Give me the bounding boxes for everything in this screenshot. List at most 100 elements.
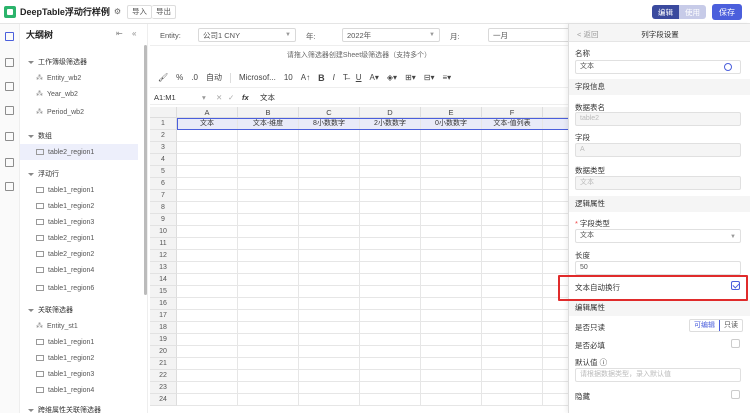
- grid-cell[interactable]: [177, 262, 238, 274]
- grid-cell[interactable]: [238, 250, 299, 262]
- save-button[interactable]: 保存: [712, 4, 742, 20]
- row-header[interactable]: 20: [150, 346, 177, 358]
- grid-cell[interactable]: [543, 370, 568, 382]
- grid-cell[interactable]: [360, 142, 421, 154]
- grid-cell[interactable]: [177, 130, 238, 142]
- grid-cell[interactable]: [177, 322, 238, 334]
- grid-cell[interactable]: [482, 130, 543, 142]
- row-header[interactable]: 5: [150, 166, 177, 178]
- tree-item[interactable]: table2_region1: [20, 144, 138, 160]
- shield-icon[interactable]: [5, 132, 14, 141]
- grid-cell[interactable]: [482, 370, 543, 382]
- grid-cell[interactable]: [421, 214, 482, 226]
- grid-cell[interactable]: [482, 166, 543, 178]
- mode-edit-option[interactable]: 编辑: [652, 5, 679, 19]
- grid-cell[interactable]: [177, 370, 238, 382]
- grid-cell[interactable]: [360, 370, 421, 382]
- grid-cell[interactable]: [421, 226, 482, 238]
- align-icon[interactable]: ≡▾: [442, 73, 451, 82]
- row-header[interactable]: 10: [150, 226, 177, 238]
- tree-item[interactable]: table2_region1: [20, 230, 138, 246]
- grid-cell[interactable]: [299, 166, 360, 178]
- settings-icon[interactable]: ⚙: [114, 7, 121, 16]
- grid-cell[interactable]: [543, 238, 568, 250]
- tree-group[interactable]: 浮动行: [20, 166, 138, 182]
- grid-cell[interactable]: [360, 238, 421, 250]
- grid-cell[interactable]: [421, 154, 482, 166]
- column-header[interactable]: F: [482, 107, 543, 118]
- grid-cell[interactable]: [238, 298, 299, 310]
- entity-filter-select[interactable]: 公司1 CNY ▼: [198, 28, 296, 42]
- grid-cell[interactable]: 文本-维度: [238, 118, 299, 130]
- cancel-edit-icon[interactable]: ✕: [216, 93, 222, 102]
- formula-icon[interactable]: [5, 106, 14, 115]
- grid-cell[interactable]: [543, 214, 568, 226]
- grid-cell[interactable]: [543, 142, 568, 154]
- grid-cell[interactable]: [238, 202, 299, 214]
- grid-cell[interactable]: [543, 322, 568, 334]
- row-header[interactable]: 1: [150, 118, 177, 130]
- grid-cell[interactable]: [177, 154, 238, 166]
- grid-cell[interactable]: [482, 238, 543, 250]
- grid-cell[interactable]: 8小数数字: [299, 118, 360, 130]
- grid-cell[interactable]: [299, 334, 360, 346]
- table-icon[interactable]: [5, 82, 14, 91]
- grid-cell[interactable]: [177, 346, 238, 358]
- grid-cell[interactable]: [421, 202, 482, 214]
- grid-cell[interactable]: [238, 286, 299, 298]
- column-header[interactable]: D: [360, 107, 421, 118]
- grid-cell[interactable]: [482, 226, 543, 238]
- grid-cell[interactable]: [482, 274, 543, 286]
- grid-cell[interactable]: 日: [543, 118, 568, 130]
- grid-cell[interactable]: [238, 322, 299, 334]
- tree-item[interactable]: ⁂ Entity_st1: [20, 318, 138, 334]
- grid-cell[interactable]: [238, 382, 299, 394]
- grid-cell[interactable]: [177, 214, 238, 226]
- grid-cell[interactable]: [543, 226, 568, 238]
- row-header[interactable]: 21: [150, 358, 177, 370]
- function-icon[interactable]: fx: [242, 93, 249, 102]
- grid-cell[interactable]: [299, 250, 360, 262]
- grid-cell[interactable]: [299, 154, 360, 166]
- grid-cell[interactable]: [482, 394, 543, 406]
- row-header[interactable]: 3: [150, 142, 177, 154]
- grid-cell[interactable]: [421, 286, 482, 298]
- row-header[interactable]: 23: [150, 382, 177, 394]
- tree-item[interactable]: table1_region6: [20, 280, 138, 296]
- grid-cell[interactable]: [543, 166, 568, 178]
- tree-item[interactable]: ⁂ Period_wb2: [20, 104, 138, 120]
- grid-cell[interactable]: [482, 262, 543, 274]
- formula-input[interactable]: 文本: [260, 92, 275, 103]
- grid-cell[interactable]: [360, 154, 421, 166]
- grid-cell[interactable]: [238, 334, 299, 346]
- border-icon[interactable]: ⊞▾: [405, 73, 416, 82]
- row-header[interactable]: 9: [150, 214, 177, 226]
- grid-cell[interactable]: [543, 298, 568, 310]
- tree-item[interactable]: table1_region2: [20, 198, 138, 214]
- collapse-all-icon[interactable]: ⇤: [116, 29, 123, 38]
- grid-cell[interactable]: [177, 394, 238, 406]
- grid-cell[interactable]: [238, 238, 299, 250]
- grid-cell[interactable]: [360, 166, 421, 178]
- grid-cell[interactable]: [421, 322, 482, 334]
- grid-cell[interactable]: [177, 166, 238, 178]
- grid-cell[interactable]: [299, 226, 360, 238]
- grid-cell[interactable]: [360, 262, 421, 274]
- column-header[interactable]: E: [421, 107, 482, 118]
- strikethrough-icon[interactable]: T̶: [343, 73, 348, 82]
- grid-cell[interactable]: [421, 190, 482, 202]
- grid-cell[interactable]: [238, 190, 299, 202]
- grid-cell[interactable]: [543, 382, 568, 394]
- tree-scrollbar[interactable]: [144, 45, 147, 295]
- grid-cell[interactable]: [360, 310, 421, 322]
- grid-cell[interactable]: [360, 202, 421, 214]
- grid-cell[interactable]: [177, 226, 238, 238]
- grid-cell[interactable]: [421, 298, 482, 310]
- grid-cell[interactable]: [482, 178, 543, 190]
- grid-cell[interactable]: [177, 310, 238, 322]
- grid-cell[interactable]: [421, 274, 482, 286]
- tree-group[interactable]: 跨维属性关联筛选器: [20, 402, 138, 413]
- row-header[interactable]: 14: [150, 274, 177, 286]
- hidden-checkbox[interactable]: [731, 390, 740, 399]
- grid-cell[interactable]: [543, 334, 568, 346]
